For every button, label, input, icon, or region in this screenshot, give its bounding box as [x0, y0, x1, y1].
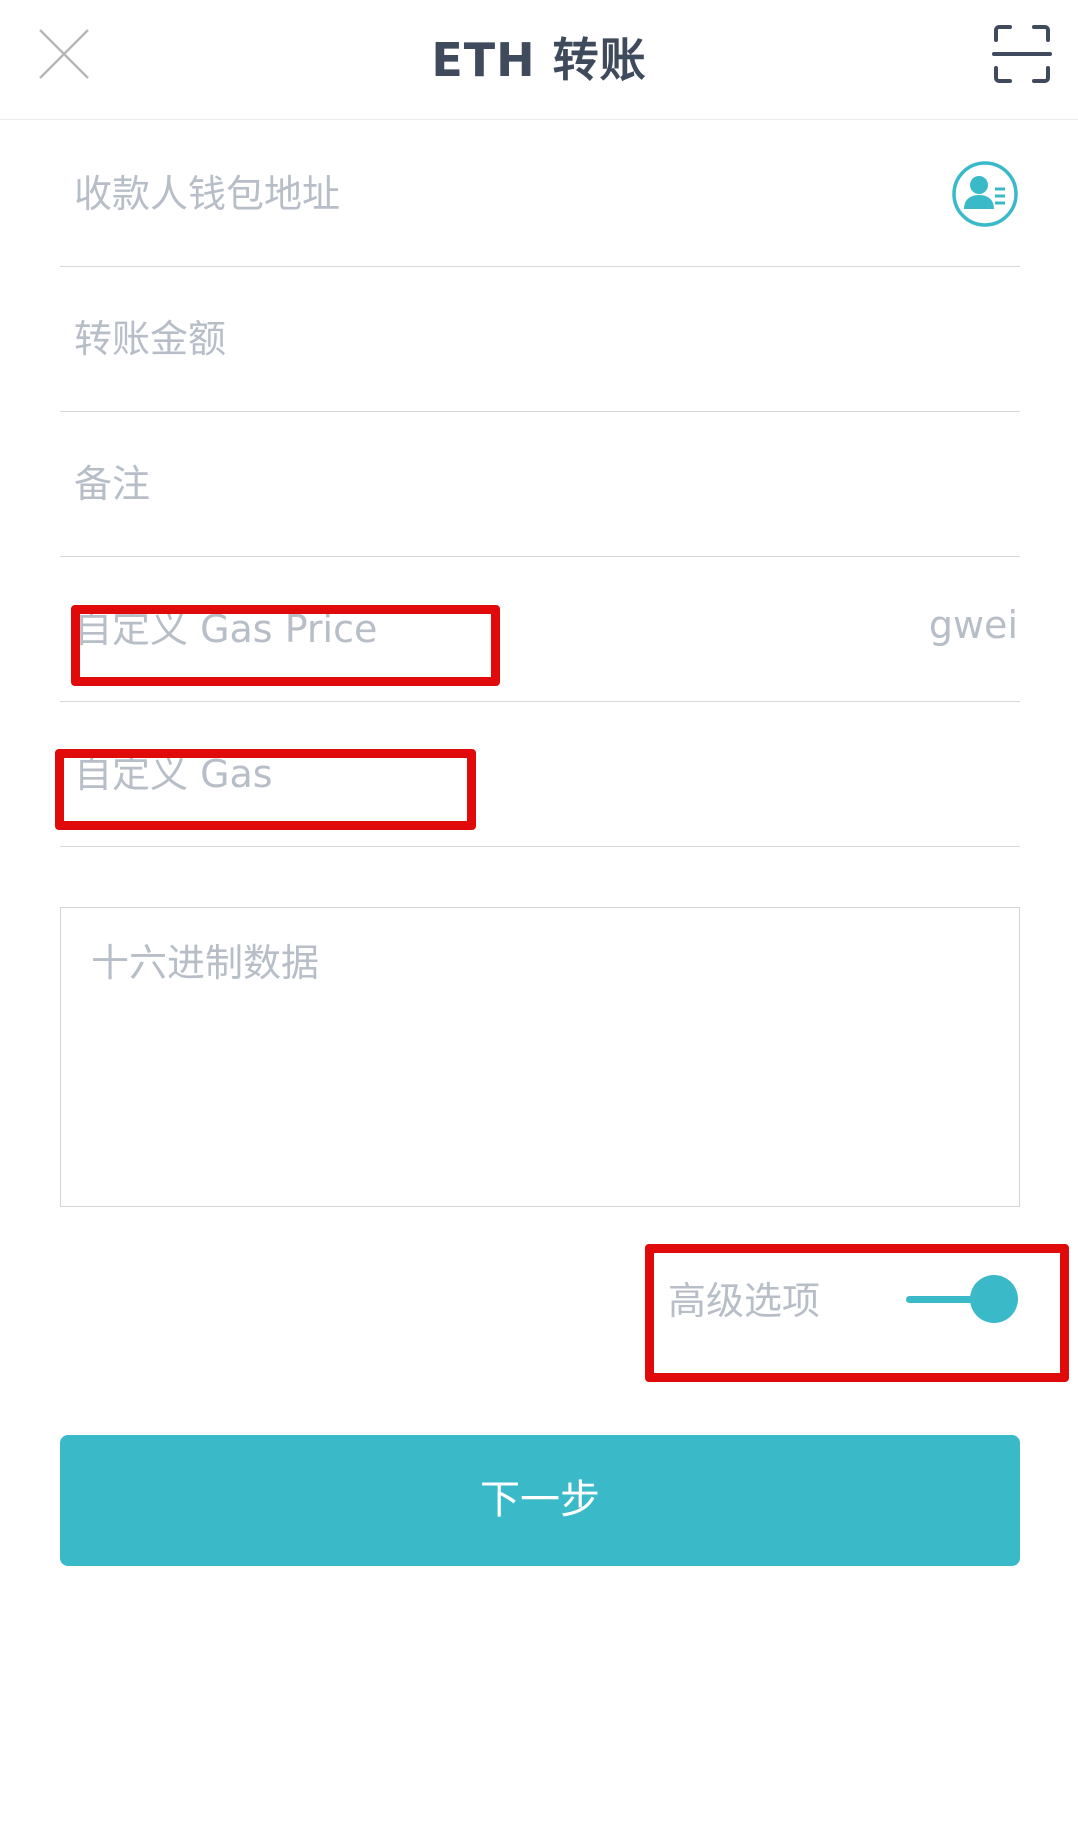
- scan-button[interactable]: [992, 24, 1052, 84]
- highlight-box-gas: [55, 749, 476, 830]
- recipient-address-input[interactable]: [74, 122, 914, 266]
- memo-input[interactable]: [74, 412, 914, 556]
- page-title: ETH 转账: [431, 33, 647, 87]
- next-step-button[interactable]: 下一步: [60, 1435, 1020, 1566]
- memo-field: [60, 412, 1020, 557]
- gas-price-unit: gwei: [928, 603, 1018, 647]
- hex-data-box: [60, 907, 1020, 1207]
- hex-data-input[interactable]: [61, 908, 1019, 1206]
- contact-book-button[interactable]: [950, 159, 1020, 229]
- amount-field: [60, 267, 1020, 412]
- amount-input[interactable]: [74, 267, 914, 411]
- scan-icon: [992, 25, 1052, 83]
- highlight-box-advanced: [645, 1244, 1069, 1382]
- contact-book-icon: [952, 161, 1018, 227]
- recipient-field: [60, 122, 1020, 267]
- header: ETH 转账: [0, 0, 1078, 120]
- highlight-box-gas-price: [71, 605, 500, 686]
